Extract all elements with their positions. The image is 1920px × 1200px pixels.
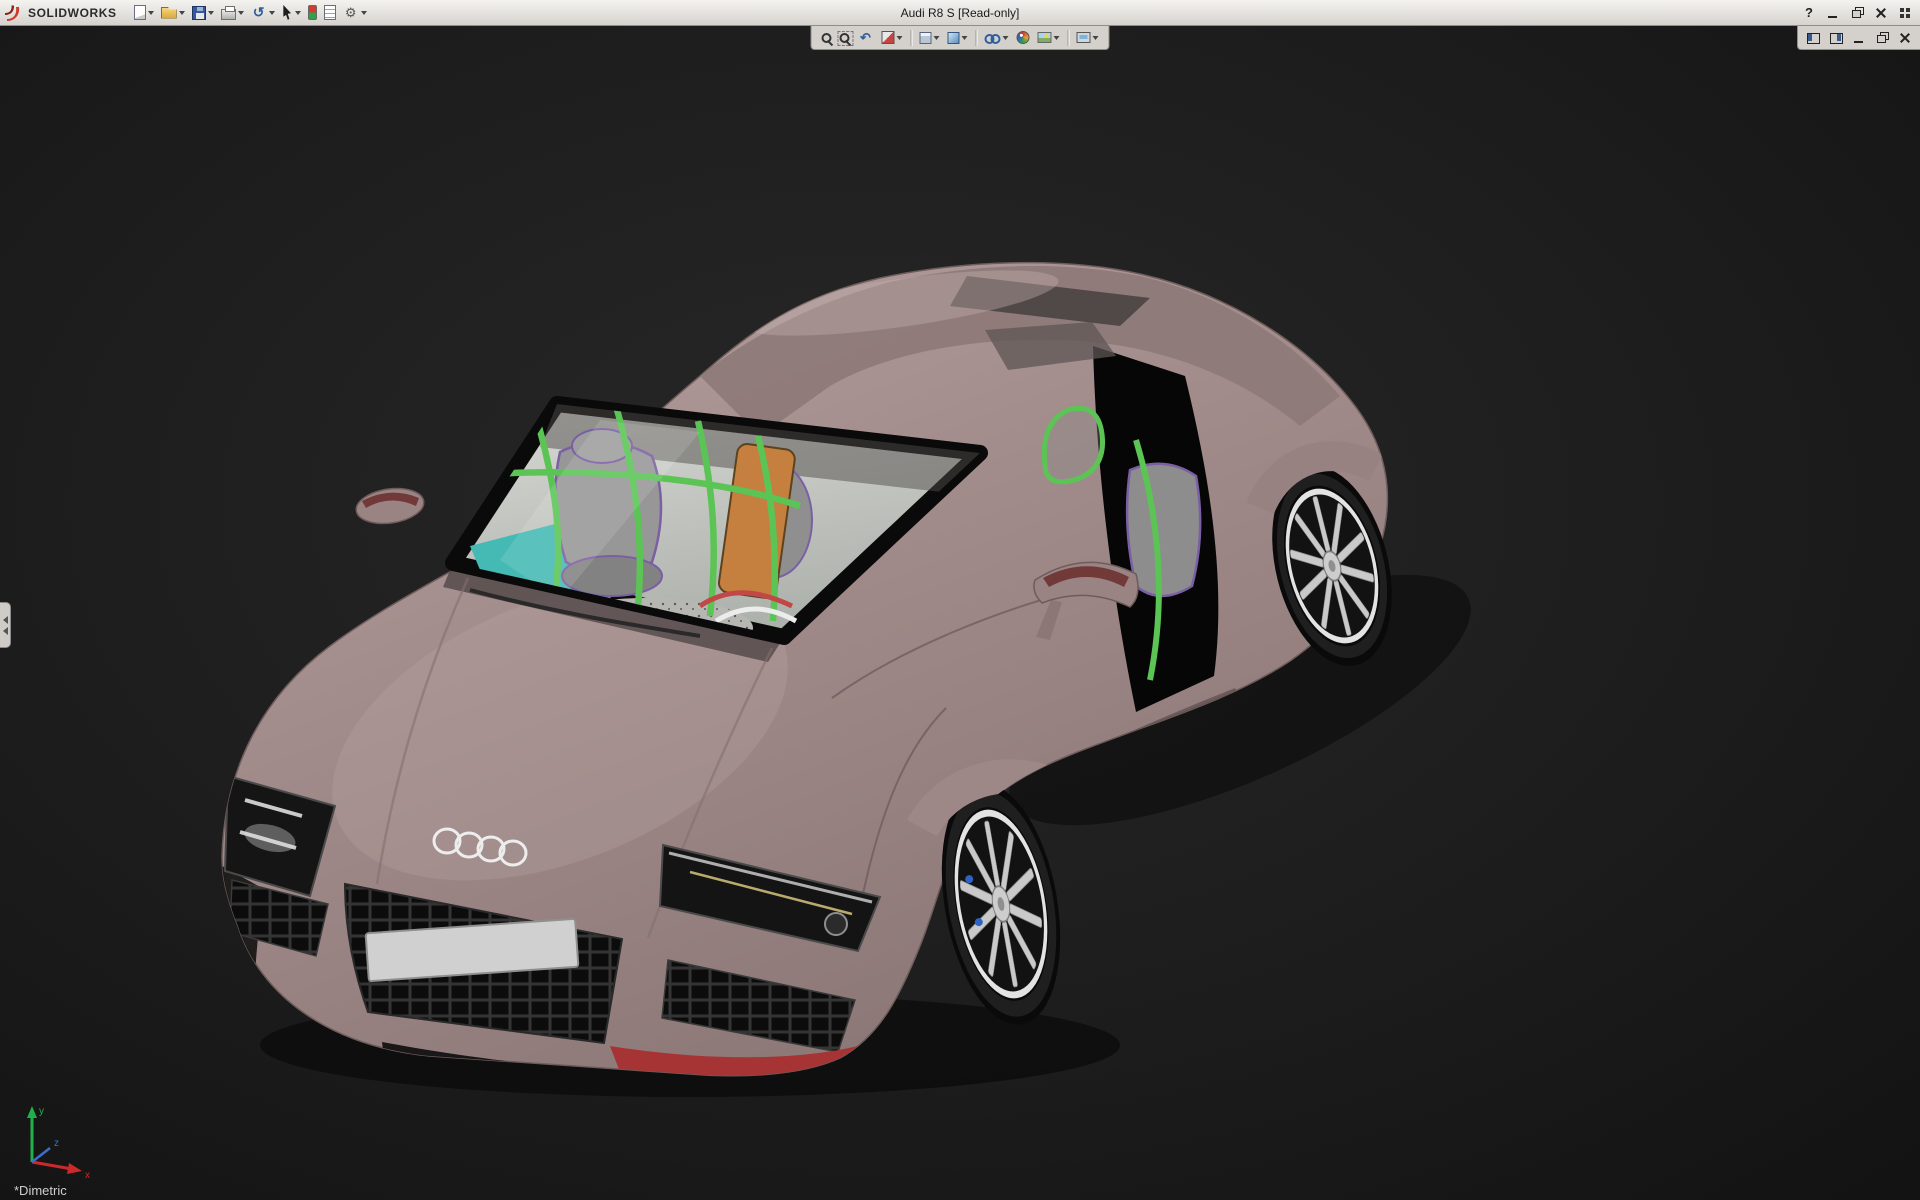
- undo-icon: [251, 5, 267, 21]
- pane-right-icon: [1828, 30, 1844, 46]
- previous-view-icon: [858, 30, 874, 46]
- file-properties-icon: [324, 5, 336, 20]
- print-button[interactable]: [218, 2, 247, 23]
- section-view-icon: [882, 31, 895, 44]
- options-icon: [343, 5, 359, 21]
- hide-show-items-dropdown-caret[interactable]: [1003, 36, 1009, 40]
- select-icon: [282, 5, 293, 20]
- pane-left-icon: [1805, 30, 1821, 46]
- edit-appearance-button[interactable]: [1014, 27, 1033, 48]
- options-button[interactable]: [340, 2, 370, 23]
- orientation-triad[interactable]: y x z: [16, 1102, 100, 1180]
- doc-restore-button[interactable]: [1871, 27, 1893, 48]
- select-dropdown-caret[interactable]: [295, 11, 301, 15]
- close-icon: [1873, 5, 1889, 21]
- solidworks-logo-icon: [4, 4, 24, 22]
- window-title: Audi R8 S [Read-only]: [901, 6, 1020, 20]
- rebuild-icon: [308, 5, 317, 20]
- view-settings-dropdown-caret[interactable]: [1093, 36, 1099, 40]
- model-audi-r8[interactable]: [0, 26, 1920, 1200]
- toolbar-separator: [911, 30, 912, 46]
- toolbar-separator: [1068, 30, 1069, 46]
- pane-right-button[interactable]: [1825, 27, 1847, 48]
- view-orientation-icon: [920, 32, 932, 44]
- main-toolbar: [131, 2, 370, 23]
- display-style-icon: [948, 32, 960, 44]
- open-icon: [161, 7, 177, 19]
- zoom-to-area-icon: [840, 33, 850, 43]
- collapse-chevron-icon: [3, 616, 8, 624]
- minimize-button[interactable]: [1822, 2, 1844, 23]
- restore-button[interactable]: [1846, 2, 1868, 23]
- doc-minimize-icon: [1851, 30, 1867, 46]
- undo-dropdown-caret[interactable]: [269, 11, 275, 15]
- view-settings-button[interactable]: [1074, 27, 1102, 48]
- document-window-controls: [1797, 26, 1920, 50]
- zoom-to-fit-icon: [822, 33, 832, 43]
- doc-close-button[interactable]: [1894, 27, 1916, 48]
- solidworks-logo: SOLIDWORKS: [4, 4, 117, 22]
- apply-scene-button[interactable]: [1035, 27, 1063, 48]
- hide-show-items-button[interactable]: [982, 27, 1012, 48]
- solidworks-app-window: SOLIDWORKS Audi R8 S [Read-only] ?: [0, 0, 1920, 1200]
- section-view-button[interactable]: [879, 27, 906, 48]
- triad-z-label: z: [54, 1138, 59, 1149]
- save-icon: [192, 6, 206, 20]
- new-document-button[interactable]: [131, 2, 157, 23]
- view-orientation-dropdown-caret[interactable]: [934, 36, 940, 40]
- graphics-viewport[interactable]: y x z *Dimetric: [0, 26, 1920, 1200]
- titlebar-controls: ?: [1798, 2, 1916, 23]
- doc-close-icon: [1897, 30, 1913, 46]
- titlebar: SOLIDWORKS Audi R8 S [Read-only] ?: [0, 0, 1920, 26]
- display-style-dropdown-caret[interactable]: [962, 36, 968, 40]
- edit-appearance-icon: [1017, 31, 1030, 44]
- view-orientation-button[interactable]: [917, 27, 943, 48]
- app-grid-button[interactable]: [1894, 2, 1916, 23]
- open-button[interactable]: [158, 2, 188, 23]
- doc-minimize-button[interactable]: [1848, 27, 1870, 48]
- previous-view-button[interactable]: [855, 27, 877, 48]
- undo-button[interactable]: [248, 2, 278, 23]
- file-properties-button[interactable]: [321, 2, 339, 23]
- section-view-dropdown-caret[interactable]: [897, 36, 903, 40]
- triad-y-label: y: [39, 1106, 44, 1117]
- apply-scene-icon: [1038, 32, 1052, 43]
- zoom-to-area-button[interactable]: [837, 27, 853, 48]
- close-button[interactable]: [1870, 2, 1892, 23]
- app-grid-icon: [1897, 5, 1913, 21]
- doc-restore-icon: [1874, 30, 1890, 46]
- restore-icon: [1849, 5, 1865, 21]
- collapse-chevron-icon: [3, 627, 8, 635]
- hide-show-items-icon: [985, 34, 1001, 42]
- rebuild-button[interactable]: [305, 2, 320, 23]
- new-document-dropdown-caret[interactable]: [148, 11, 154, 15]
- help-icon: ?: [1801, 5, 1817, 21]
- triad-x-label: x: [85, 1170, 90, 1180]
- brand-text: SOLIDWORKS: [28, 6, 117, 20]
- view-orientation-status: *Dimetric: [14, 1183, 67, 1198]
- minimize-icon: [1825, 5, 1841, 21]
- view-settings-icon: [1077, 32, 1091, 43]
- toolbar-separator: [976, 30, 977, 46]
- save-dropdown-caret[interactable]: [208, 11, 214, 15]
- headsup-view-toolbar: [811, 26, 1110, 50]
- new-document-icon: [134, 5, 146, 20]
- display-style-button[interactable]: [945, 27, 971, 48]
- pane-left-button[interactable]: [1802, 27, 1824, 48]
- featuremanager-flyout-tab[interactable]: [0, 602, 11, 648]
- zoom-to-fit-button[interactable]: [819, 27, 835, 48]
- options-dropdown-caret[interactable]: [361, 11, 367, 15]
- print-dropdown-caret[interactable]: [238, 11, 244, 15]
- open-dropdown-caret[interactable]: [179, 11, 185, 15]
- print-icon: [221, 9, 236, 20]
- apply-scene-dropdown-caret[interactable]: [1054, 36, 1060, 40]
- help-button[interactable]: ?: [1798, 2, 1820, 23]
- save-button[interactable]: [189, 2, 217, 23]
- select-button[interactable]: [279, 2, 304, 23]
